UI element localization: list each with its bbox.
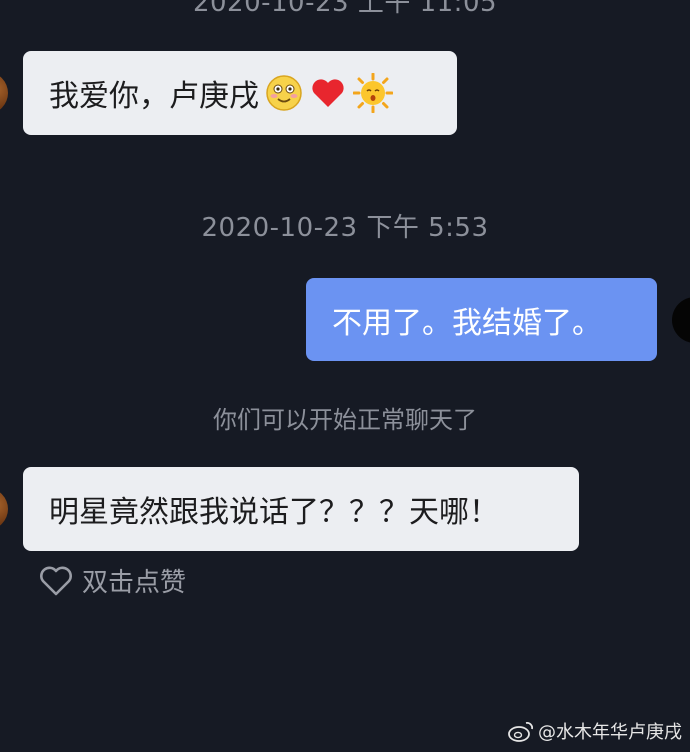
message-text: 我爱你，卢庚戌 [49,79,259,114]
timestamp: 2020-10-23 下午 5:53 [201,213,489,243]
like-label: 双击点赞 [82,568,187,598]
like-button[interactable]: 双击点赞 [38,562,186,599]
system-notice: 你们可以开始正常聊天了 [213,406,477,434]
timestamp-top: 2020-10-23 上午 11:05 [192,0,498,18]
contact-avatar[interactable] [0,72,8,114]
message-bubble-incoming[interactable]: 明星竟然跟我说话了？？？天哪！ [23,467,579,551]
weibo-logo-icon [508,722,533,742]
message-text: 明星竟然跟我说话了？？？天哪！ [49,495,499,530]
message-text: 不用了。我结婚了。 [332,305,602,341]
contact-avatar[interactable] [0,488,8,530]
smile-blush-icon [265,74,303,112]
sun-face-icon [353,73,393,113]
message-bubble-outgoing[interactable]: 不用了。我结婚了。 [306,278,657,361]
heart-outline-icon [40,566,72,595]
watermark: @水木年华卢庚戌 [508,718,682,744]
my-avatar[interactable] [672,297,690,343]
watermark-text: @水木年华卢庚戌 [538,722,682,743]
message-bubble-incoming[interactable]: 我爱你，卢庚戌 [23,51,457,135]
red-heart-icon [309,74,347,112]
